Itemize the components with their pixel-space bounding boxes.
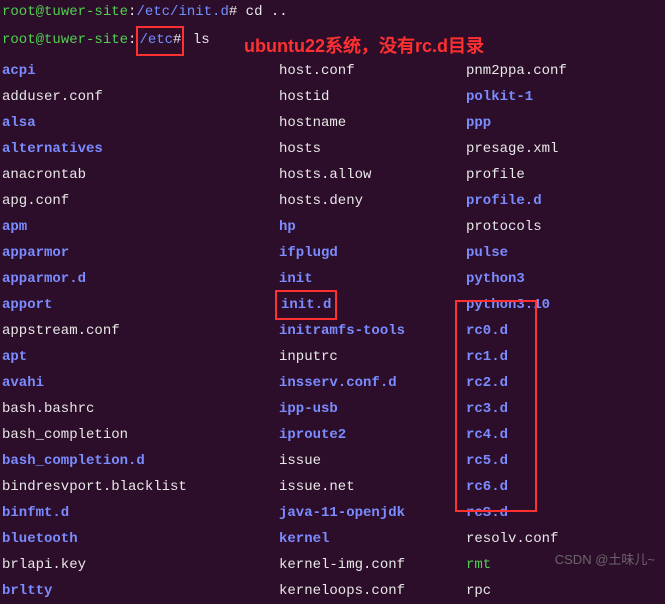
ls-entry: appstream.conf (2, 318, 279, 344)
ls-entry: insserv.conf.d (279, 370, 466, 396)
ls-entry: bash_completion.d (2, 448, 279, 474)
ls-entry: profile (466, 162, 663, 188)
ls-entry: brltty (2, 578, 279, 604)
ls-entry: hosts.allow (279, 162, 466, 188)
ls-entry: apg.conf (2, 188, 279, 214)
ls-entry: apport (2, 292, 279, 318)
ls-entry: polkit-1 (466, 84, 663, 110)
ls-entry: pulse (466, 240, 663, 266)
ls-entry: apt (2, 344, 279, 370)
ls-entry: bash.bashrc (2, 396, 279, 422)
ls-entry: inputrc (279, 344, 466, 370)
ls-entry: profile.d (466, 188, 663, 214)
ls-entry: acpi (2, 58, 279, 84)
ls-entry: kernel (279, 526, 466, 552)
ls-entry: presage.xml (466, 136, 663, 162)
ls-entry: kernel-img.conf (279, 552, 466, 578)
ls-column-2: host.confhostidhostnamehostshosts.allowh… (279, 58, 466, 604)
ls-entry: issue (279, 448, 466, 474)
ls-entry: avahi (2, 370, 279, 396)
highlighted-path: /etc# (136, 26, 184, 56)
ls-entry: ipp-usb (279, 396, 466, 422)
rc-dirs-highlight-box (455, 300, 537, 512)
watermark: CSDN @土味儿~ (555, 548, 655, 572)
ls-output: acpiadduser.confalsaalternativesanacront… (2, 58, 663, 604)
ls-entry: ifplugd (279, 240, 466, 266)
ls-entry: init.d (279, 292, 466, 318)
ls-entry: brlapi.key (2, 552, 279, 578)
ls-entry: hostid (279, 84, 466, 110)
annotation-text: ubuntu22系统，没有rc.d目录 (244, 30, 484, 63)
ls-entry: apparmor (2, 240, 279, 266)
ls-entry: bluetooth (2, 526, 279, 552)
ls-entry: protocols (466, 214, 663, 240)
ls-entry: adduser.conf (2, 84, 279, 110)
ls-entry: apm (2, 214, 279, 240)
user: root (2, 4, 36, 20)
path: /etc/init.d (136, 4, 228, 20)
command: ls (193, 32, 210, 48)
ls-entry: issue.net (279, 474, 466, 500)
ls-entry: alternatives (2, 136, 279, 162)
user: root (2, 32, 36, 48)
ls-entry: hp (279, 214, 466, 240)
ls-entry: rpc (466, 578, 663, 604)
highlighted-entry: init.d (275, 290, 337, 320)
ls-entry: anacrontab (2, 162, 279, 188)
ls-entry: alsa (2, 110, 279, 136)
ls-entry: python3 (466, 266, 663, 292)
ls-entry: ppp (466, 110, 663, 136)
ls-entry: hostname (279, 110, 466, 136)
ls-entry: binfmt.d (2, 500, 279, 526)
ls-entry: init (279, 266, 466, 292)
prompt-line-1: root@tuwer-site:/etc/init.d# cd .. (2, 0, 663, 26)
ls-entry: bindresvport.blacklist (2, 474, 279, 500)
host: tuwer-site (44, 4, 128, 20)
ls-entry: hosts.deny (279, 188, 466, 214)
command: cd .. (246, 4, 288, 20)
ls-column-1: acpiadduser.confalsaalternativesanacront… (2, 58, 279, 604)
ls-entry: bash_completion (2, 422, 279, 448)
ls-entry: pnm2ppa.conf (466, 58, 663, 84)
host: tuwer-site (44, 32, 128, 48)
ls-entry: java-11-openjdk (279, 500, 466, 526)
ls-entry: hosts (279, 136, 466, 162)
ls-entry: kerneloops.conf (279, 578, 466, 604)
ls-entry: initramfs-tools (279, 318, 466, 344)
ls-entry: iproute2 (279, 422, 466, 448)
ls-entry: apparmor.d (2, 266, 279, 292)
